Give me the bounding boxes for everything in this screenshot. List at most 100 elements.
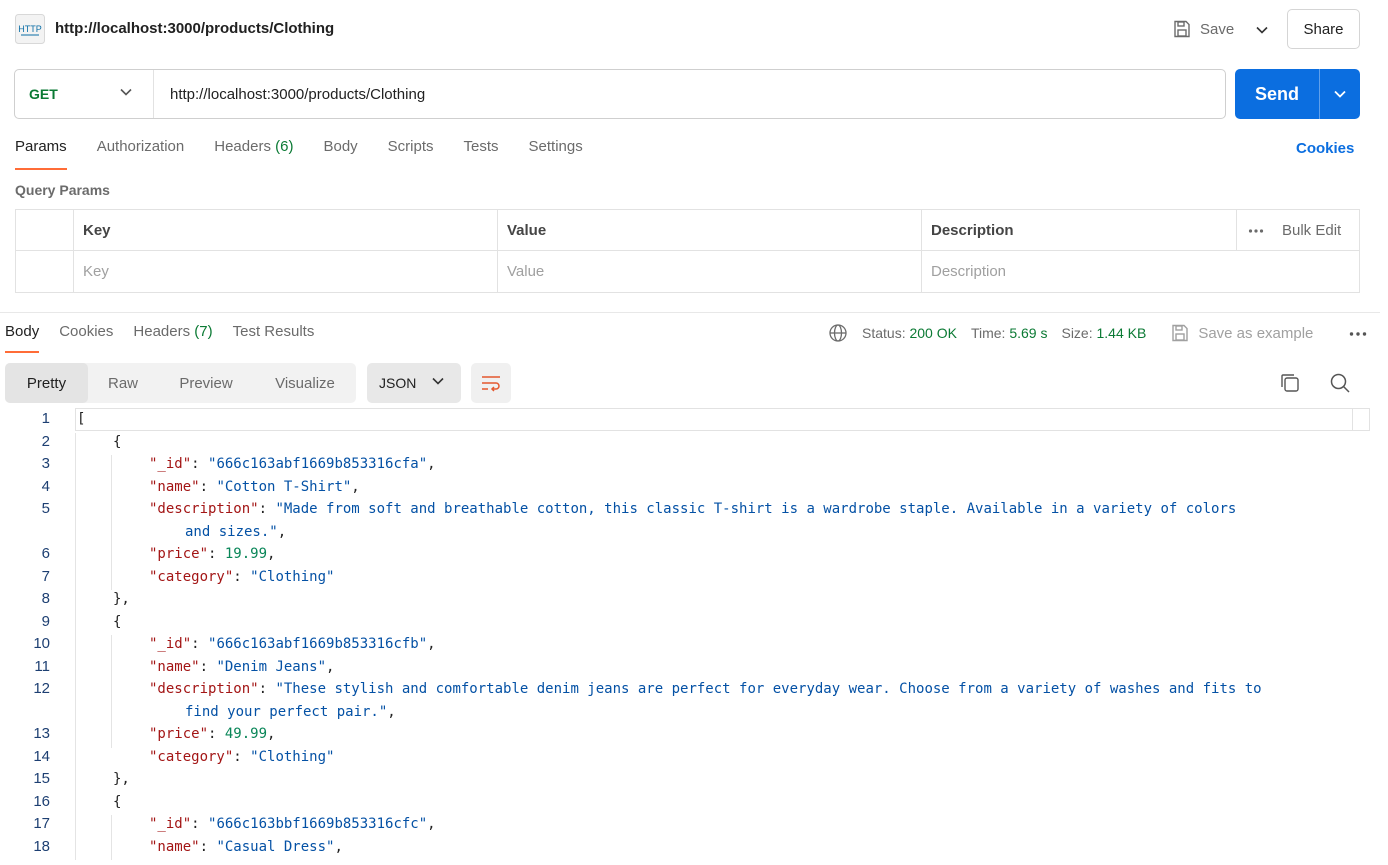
tab-test-results[interactable]: Test Results (233, 323, 315, 353)
code-token: , (267, 726, 276, 742)
status-label: Status: (862, 325, 906, 341)
query-params-table: Key Value Description Bulk Edit Key Valu… (15, 209, 1360, 293)
code-token: : (199, 478, 217, 495)
globe-icon[interactable] (828, 323, 848, 343)
code-token: , (351, 478, 360, 495)
tab-response-cookies[interactable]: Cookies (59, 323, 113, 353)
send-options-button[interactable] (1320, 69, 1360, 119)
chevron-down-icon (432, 377, 444, 385)
line-number: 16 (33, 792, 50, 810)
code-line: "_id": "666c163abf1669b853316cfa", (149, 456, 436, 472)
tab-response-headers[interactable]: Headers (7) (133, 323, 212, 353)
code-token: "_id" (149, 636, 192, 652)
code-token: , (267, 546, 276, 562)
code-token: , (427, 636, 436, 652)
view-raw[interactable]: Raw (88, 363, 158, 403)
code-token: "category" (149, 568, 234, 585)
indent-guide (111, 635, 112, 748)
response-status: Status: 200 OK Time: 5.69 s Size: 1.44 K… (828, 323, 1313, 343)
code-token: { (113, 613, 122, 630)
indent-guide (75, 432, 76, 860)
code-token: "Made from soft and breathable cotton, t… (275, 501, 1237, 517)
code-token: find your perfect pair." (185, 703, 388, 720)
code-line: "name": "Cotton T-Shirt", (149, 479, 360, 495)
query-params-label: Query Params (15, 182, 110, 198)
tab-headers[interactable]: Headers (6) (214, 138, 293, 170)
cookies-link[interactable]: Cookies (1296, 140, 1354, 157)
size-value[interactable]: 1.44 KB (1097, 325, 1147, 341)
bulk-edit-button[interactable]: Bulk Edit (1282, 222, 1341, 239)
code-token: "name" (149, 838, 200, 855)
code-token: "description" (149, 681, 259, 697)
value-input[interactable]: Value (497, 251, 921, 292)
tab-authorization[interactable]: Authorization (97, 138, 185, 170)
code-token: : (233, 568, 251, 585)
line-number: 6 (41, 545, 50, 562)
code-line: find your perfect pair.", (185, 704, 396, 720)
send-button[interactable]: Send (1235, 69, 1320, 119)
code-line: { (113, 614, 121, 630)
more-options-icon[interactable] (1248, 228, 1264, 234)
status-value[interactable]: 200 OK (909, 325, 956, 341)
more-options-icon[interactable] (1348, 324, 1368, 344)
line-number: 14 (33, 747, 50, 765)
tab-settings[interactable]: Settings (529, 138, 583, 170)
code-token: and sizes." (185, 523, 278, 540)
tab-response-body[interactable]: Body (5, 323, 40, 353)
code-token: "666c163bbf1669b853316cfc" (208, 816, 428, 832)
request-title[interactable]: http://localhost:3000/products/Clothing (55, 20, 334, 37)
code-token: : (258, 501, 276, 517)
code-token: : (208, 546, 225, 562)
code-token: "Clothing" (250, 748, 335, 765)
code-line: "description": "These stylish and comfor… (149, 681, 1262, 697)
share-button[interactable]: Share (1287, 9, 1360, 49)
code-token: , (427, 816, 436, 832)
description-input[interactable]: Description (921, 251, 1359, 292)
chevron-down-icon (1256, 26, 1268, 34)
key-input[interactable]: Key (73, 251, 497, 292)
format-label: JSON (379, 375, 417, 391)
code-line: "category": "Clothing" (149, 569, 334, 585)
save-options-button[interactable] (1250, 18, 1274, 42)
code-line: "price": 19.99, (149, 546, 275, 562)
code-token: , (387, 703, 396, 720)
copy-icon[interactable] (1278, 371, 1302, 395)
bulk-edit-area: Bulk Edit (1236, 210, 1341, 251)
view-preview[interactable]: Preview (158, 363, 254, 403)
search-icon[interactable] (1328, 371, 1352, 395)
indent-guide (111, 815, 112, 860)
response-body-viewer[interactable]: 1[2{3 "_id": "666c163abf1669b853316cfa", 4… (0, 408, 1370, 865)
view-visualize[interactable]: Visualize (254, 363, 356, 403)
view-pretty[interactable]: Pretty (5, 363, 88, 403)
save-button[interactable]: Save (1172, 14, 1234, 44)
code-token: "description" (149, 501, 259, 517)
column-header-value: Value (507, 222, 547, 239)
line-number: 10 (33, 635, 50, 652)
tab-body[interactable]: Body (323, 138, 357, 170)
code-line: "name": "Casual Dress", (149, 839, 343, 855)
tab-params[interactable]: Params (15, 138, 67, 170)
line-number: 18 (33, 837, 50, 855)
method-select[interactable]: GET (15, 70, 154, 118)
code-token: : (199, 658, 217, 675)
tab-tests[interactable]: Tests (464, 138, 499, 170)
view-mode-toggle: Pretty Raw Preview Visualize (5, 363, 356, 403)
format-select[interactable]: JSON (367, 363, 461, 403)
line-number: 4 (41, 477, 50, 495)
code-token: "These stylish and comfortable denim jea… (275, 681, 1262, 697)
url-input[interactable] (154, 70, 1225, 118)
code-token: "666c163abf1669b853316cfa" (208, 456, 428, 472)
tab-headers-count: (6) (275, 138, 294, 155)
tab-response-headers-count: (7) (194, 323, 213, 340)
time-value[interactable]: 5.69 s (1009, 325, 1047, 341)
wrap-lines-button[interactable] (471, 363, 511, 403)
code-token: "_id" (149, 456, 192, 472)
tab-scripts[interactable]: Scripts (388, 138, 434, 170)
request-tabs: Params Authorization Headers (6) Body Sc… (15, 138, 613, 170)
scrollbar[interactable] (1352, 408, 1370, 431)
code-token: : (199, 838, 217, 855)
code-token: 49.99 (224, 726, 268, 742)
save-as-example-button[interactable]: Save as example (1170, 323, 1313, 343)
request-header: HTTP http://localhost:3000/products/Clot… (0, 0, 1388, 58)
line-number: 2 (41, 432, 50, 450)
